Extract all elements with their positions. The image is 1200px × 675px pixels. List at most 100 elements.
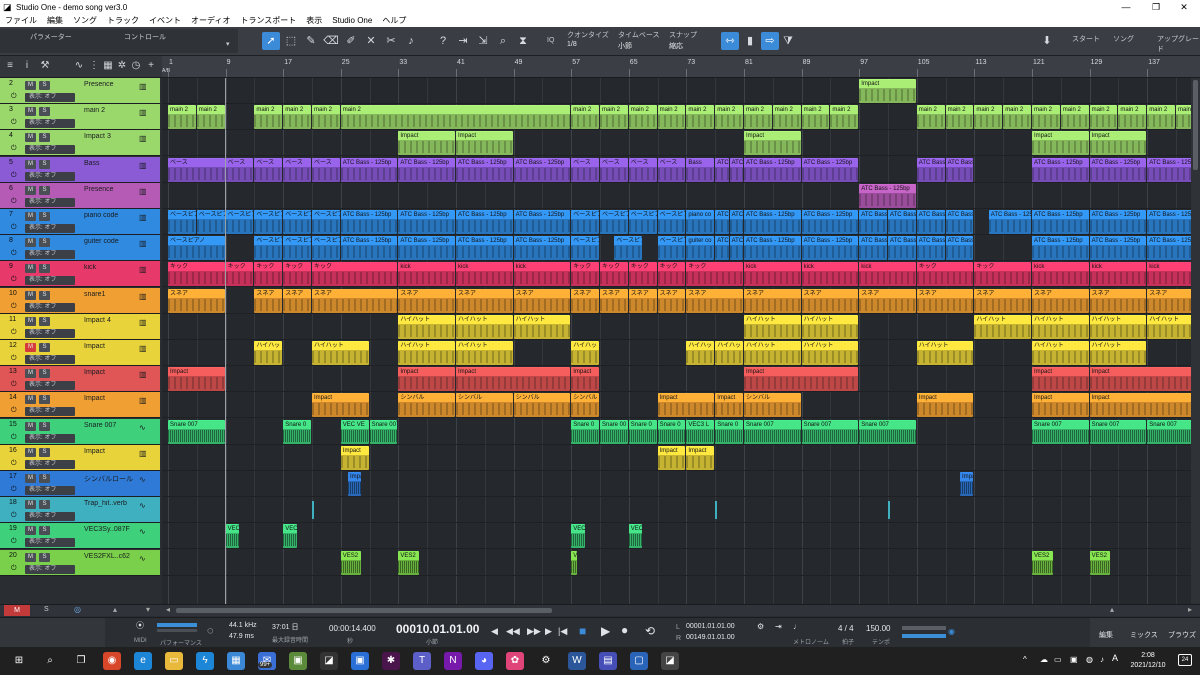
chrome-icon[interactable]: ◉ bbox=[103, 652, 121, 670]
track-lane[interactable]: Impact bbox=[162, 78, 1191, 104]
clip[interactable]: スネア bbox=[1032, 288, 1089, 313]
power-icon[interactable]: ⏻ bbox=[11, 224, 17, 232]
clip[interactable]: ベースピア bbox=[283, 210, 311, 234]
clip[interactable]: スネア bbox=[916, 288, 974, 313]
slack-icon[interactable]: ✱ bbox=[382, 652, 400, 670]
clip[interactable]: ベース bbox=[600, 157, 628, 182]
clip[interactable]: main 2 bbox=[1003, 105, 1031, 130]
clip[interactable]: ハイハット bbox=[1147, 314, 1191, 339]
clip[interactable]: スネア bbox=[571, 288, 599, 313]
clip[interactable]: Snare 0 bbox=[283, 419, 311, 444]
clip[interactable]: ATC Bass - 125bp bbox=[513, 210, 571, 234]
mute-button[interactable]: M bbox=[25, 238, 36, 248]
clip[interactable]: main 2 bbox=[801, 105, 830, 130]
clip[interactable]: ATC Bass bbox=[945, 236, 974, 261]
track-header[interactable]: 4 M S Impact 3 ⏻ 表示: オフ ▥ bbox=[0, 130, 160, 157]
clip[interactable]: ATC Bass - 125bp bbox=[801, 210, 859, 234]
clip[interactable]: Impact bbox=[398, 367, 455, 392]
clip[interactable]: シンバル bbox=[571, 393, 599, 418]
clip[interactable]: ATC Bass - 125bp bbox=[1032, 157, 1089, 182]
mute-button[interactable]: M bbox=[25, 264, 36, 274]
solo-button[interactable]: S bbox=[39, 159, 50, 169]
clip[interactable]: main 2 bbox=[628, 105, 657, 130]
solo-button[interactable]: S bbox=[39, 421, 50, 431]
clip[interactable]: ハイハット bbox=[456, 341, 513, 365]
clip[interactable]: ATC Bass - 125bp bbox=[1147, 236, 1191, 261]
solo-button[interactable]: S bbox=[39, 500, 50, 510]
clip[interactable]: ハイハット bbox=[571, 341, 599, 365]
clip[interactable]: VEC bbox=[571, 524, 585, 549]
clip[interactable]: ATC Bass - 125bp bbox=[513, 157, 571, 182]
track-lane[interactable]: ベースピアベースピアベースピアベースピアベースピアベースピアATC Bass -… bbox=[162, 209, 1191, 235]
clip[interactable]: ATC Bass - 125bp bbox=[398, 210, 455, 234]
clip[interactable]: Impact bbox=[1032, 131, 1089, 156]
clip[interactable]: kick bbox=[744, 262, 801, 287]
wrench-icon[interactable]: ⚒ bbox=[38, 59, 52, 73]
clip[interactable]: Bass bbox=[686, 157, 715, 182]
display-dropdown[interactable]: 表示: オフ bbox=[25, 512, 75, 522]
clip[interactable]: ハイハット bbox=[715, 341, 743, 365]
clip[interactable]: ハイハット bbox=[1032, 341, 1089, 365]
scroll-left-icon[interactable]: ◂ bbox=[166, 605, 170, 614]
clip[interactable]: Snare 007 bbox=[1147, 419, 1191, 444]
task-view-icon[interactable]: ❐ bbox=[72, 652, 90, 670]
maximize-button[interactable]: ❐ bbox=[1142, 0, 1170, 14]
track-name[interactable]: Impact bbox=[84, 395, 144, 402]
clip[interactable]: kick bbox=[859, 262, 916, 287]
clip[interactable]: ベースピア bbox=[254, 236, 283, 261]
clip[interactable]: kick bbox=[456, 262, 513, 287]
clip[interactable]: ATC Bass - 125bp bbox=[1089, 236, 1147, 261]
display-dropdown[interactable]: 表示: オフ bbox=[25, 276, 75, 286]
clip[interactable]: Snare 00 bbox=[600, 419, 628, 444]
track-name[interactable]: Impact bbox=[84, 369, 144, 376]
clip[interactable]: スネア bbox=[600, 288, 628, 313]
menu-item[interactable]: ファイル bbox=[0, 15, 42, 26]
clip[interactable]: Snare 007 bbox=[369, 419, 398, 444]
solo-button[interactable]: S bbox=[39, 290, 50, 300]
power-icon[interactable]: ⏻ bbox=[11, 250, 17, 258]
clip[interactable]: ATC Bass bbox=[916, 236, 945, 261]
clip[interactable]: ベースピア bbox=[614, 236, 643, 261]
teams-icon[interactable]: T bbox=[413, 652, 431, 670]
clip[interactable]: Impact bbox=[1089, 393, 1191, 418]
track-lane[interactable]: Impact Impact Impact Impact Impact Impact Impa… bbox=[162, 366, 1191, 393]
paint-tool-icon[interactable]: ✐ bbox=[342, 32, 360, 50]
power-icon[interactable]: ⏻ bbox=[11, 434, 17, 442]
display-dropdown[interactable]: 表示: オフ bbox=[25, 433, 75, 443]
track-header[interactable]: 9 M S kick ⏻ 表示: オフ ▥ bbox=[0, 261, 160, 288]
clip[interactable]: ハイハット bbox=[1032, 314, 1089, 339]
track-header[interactable]: 19 M S VEC3Sy..087F ⏻ 表示: オフ ∿ bbox=[0, 523, 160, 550]
display-dropdown[interactable]: 表示: オフ bbox=[25, 355, 75, 364]
explorer-icon[interactable]: ▭ bbox=[165, 652, 183, 670]
clip[interactable]: ベースピア bbox=[657, 210, 686, 234]
clip[interactable]: ATC Bass bbox=[916, 157, 945, 182]
help-icon[interactable]: ? bbox=[434, 32, 452, 50]
event-marker[interactable] bbox=[312, 501, 314, 520]
discord-icon[interactable]: ◕ bbox=[475, 652, 493, 670]
rewind-icon[interactable]: ◀◀ bbox=[506, 626, 520, 637]
display-dropdown[interactable]: 表示: オフ bbox=[25, 145, 75, 155]
solo-button[interactable]: S bbox=[39, 343, 50, 352]
clip[interactable]: kick bbox=[801, 262, 859, 287]
mixer-icon[interactable]: ▦ bbox=[101, 59, 115, 73]
power-icon[interactable]: ⏻ bbox=[11, 276, 17, 284]
track-header[interactable]: 5 M S Bass ⏻ 表示: オフ ▥ bbox=[0, 156, 160, 183]
track-header[interactable]: 11 M S Impact 4 ⏻ 表示: オフ ▥ bbox=[0, 313, 160, 340]
clip[interactable]: キック bbox=[686, 262, 743, 287]
display-dropdown[interactable]: 表示: オフ bbox=[25, 381, 75, 391]
close-button[interactable]: ✕ bbox=[1170, 0, 1198, 14]
track-name[interactable]: VES2FXL..c62 bbox=[84, 553, 144, 560]
taskbar-clock[interactable]: 2:08 2021/12/10 bbox=[1118, 651, 1178, 671]
time-signature[interactable]: 4 / 4 bbox=[838, 624, 854, 633]
display-dropdown[interactable]: 表示: オフ bbox=[25, 407, 75, 417]
display-dropdown[interactable]: 表示: オフ bbox=[25, 224, 75, 233]
word-icon[interactable]: W bbox=[568, 652, 586, 670]
clip[interactable]: main 2 bbox=[1147, 105, 1175, 130]
clip[interactable]: シンバル bbox=[398, 393, 455, 418]
clip[interactable]: Impact bbox=[1032, 393, 1089, 418]
track-name[interactable]: main 2 bbox=[84, 107, 144, 114]
tempo[interactable]: 150.00 bbox=[866, 624, 890, 633]
clip[interactable]: ベースピア bbox=[571, 236, 599, 261]
edge-icon[interactable]: e bbox=[134, 652, 152, 670]
power-icon[interactable]: ⏻ bbox=[11, 198, 17, 206]
